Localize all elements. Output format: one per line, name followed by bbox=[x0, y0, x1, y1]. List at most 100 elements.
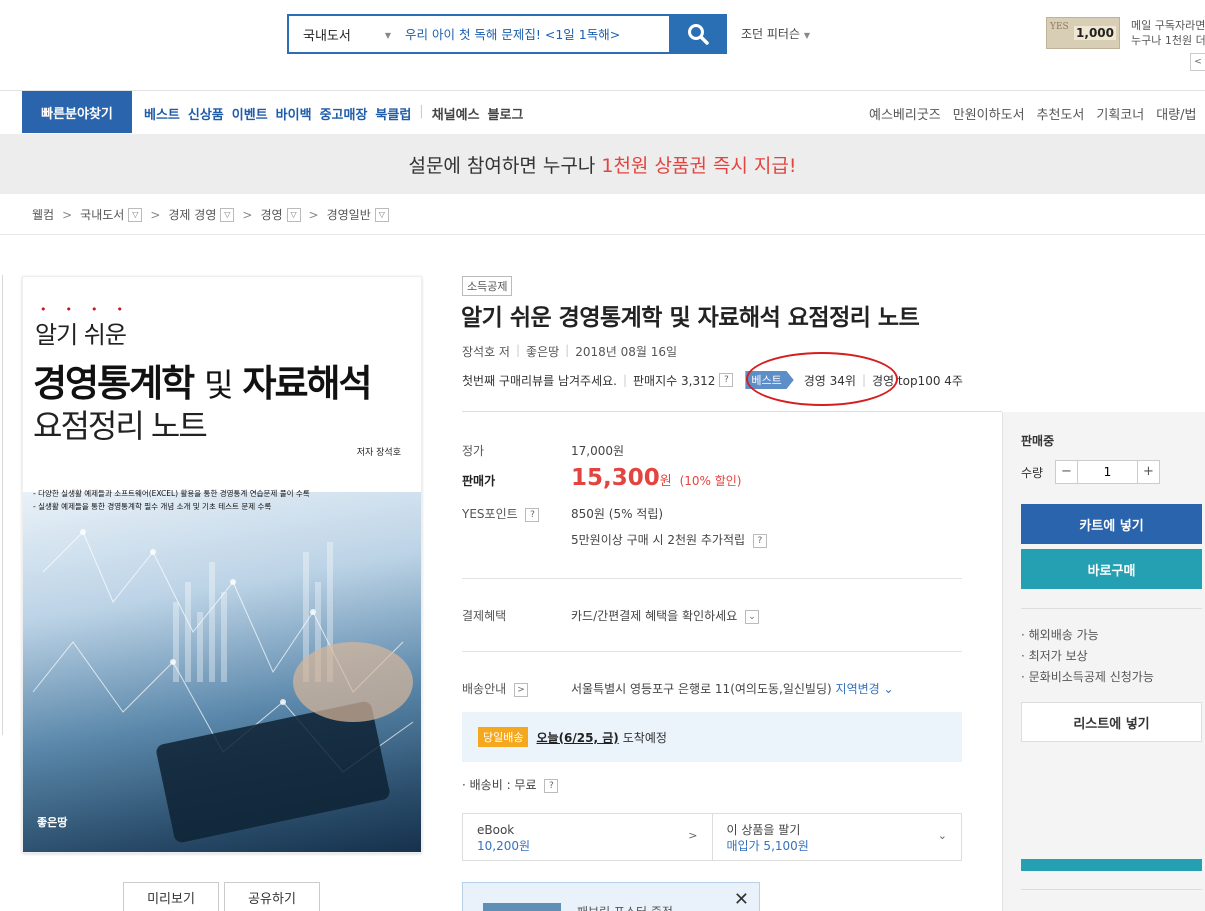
secondary-nav: 예스베리굿즈 만원이하도서 추천도서 기획코너 대량/법 bbox=[869, 104, 1205, 123]
panel-divider bbox=[1021, 608, 1202, 609]
promo-gift-card[interactable]: YES 1,000 bbox=[1046, 17, 1120, 49]
breadcrumb-dropdown-icon[interactable]: ▽ bbox=[128, 207, 143, 222]
nav-special-corner[interactable]: 기획코너 bbox=[1096, 104, 1144, 123]
sale-status: 판매중 bbox=[1021, 434, 1055, 448]
cover-author: 저자 장석호 bbox=[356, 448, 401, 458]
section-divider bbox=[462, 651, 962, 652]
nav-best[interactable]: 베스트 bbox=[144, 104, 180, 123]
category-select-value: 국내도서 bbox=[303, 28, 351, 44]
panel-accent-bar bbox=[1021, 859, 1202, 871]
breadcrumb-dropdown-icon[interactable]: ▽ bbox=[374, 207, 389, 222]
quantity-plus-button[interactable]: + bbox=[1138, 461, 1159, 483]
promo-ad[interactable]: 패브릭 포스터 증정 ✕ bbox=[462, 882, 760, 911]
cover-artwork bbox=[23, 492, 421, 852]
same-day-delivery: 당일배송 오늘(6/25, 금) 도착예정 bbox=[462, 712, 962, 762]
product-author[interactable]: 장석호 저 bbox=[462, 343, 510, 360]
nav-under-10000[interactable]: 만원이하도서 bbox=[953, 104, 1025, 123]
region-change-label: 지역변경 bbox=[835, 682, 880, 696]
nav-buyback[interactable]: 바이백 bbox=[276, 104, 312, 123]
ebook-price: 10,200원 bbox=[477, 839, 531, 853]
help-icon[interactable]: ? bbox=[719, 373, 734, 387]
promo-text[interactable]: 메일 구독자라면 누구나 1천원 더 bbox=[1131, 18, 1205, 48]
user-menu[interactable]: 조던 피터슨 ▼ bbox=[741, 25, 810, 42]
banner-text: 설문에 참여하면 누구나 bbox=[408, 154, 596, 177]
search-button[interactable] bbox=[669, 14, 727, 54]
chevron-right-icon[interactable]: > bbox=[514, 682, 528, 697]
chevron-down-icon[interactable]: ⌄ bbox=[745, 609, 760, 624]
region-change-link[interactable]: 지역변경 ⌄ bbox=[836, 682, 894, 696]
nav-bookclub[interactable]: 북클럽 bbox=[375, 104, 411, 123]
buy-now-button[interactable]: 바로구매 bbox=[1021, 549, 1202, 589]
cover-title: 경영통계학 및 자료해석 bbox=[33, 353, 373, 407]
quick-category-button[interactable]: 빠른분야찾기 bbox=[22, 91, 132, 133]
breadcrumb-general[interactable]: 경영일반 bbox=[327, 206, 371, 223]
benefit-item: · 문화비소득공제 신청가능 bbox=[1021, 670, 1154, 684]
same-day-date[interactable]: 오늘(6/25, 금) bbox=[536, 729, 618, 746]
ebook-label: eBook bbox=[477, 823, 515, 837]
breadcrumb-divider bbox=[0, 234, 1205, 235]
preview-button[interactable]: 미리보기 bbox=[123, 882, 219, 911]
caret-down-icon: ▼ bbox=[803, 31, 810, 40]
quantity-minus-button[interactable]: − bbox=[1056, 461, 1077, 483]
nav-goods[interactable]: 예스베리굿즈 bbox=[869, 104, 941, 123]
add-to-list-label: 리스트에 넣기 bbox=[1073, 716, 1150, 732]
book-cover-image[interactable]: •••• 알기 쉬운 경영통계학 및 자료해석 요점정리 노트 저자 장석호 -… bbox=[22, 276, 422, 853]
payment-benefit[interactable]: 카드/간편결제 혜택을 확인하세요 ⌄ bbox=[571, 607, 760, 624]
chevron-right-icon: > bbox=[62, 207, 73, 222]
benefit-item: · 해외배송 가능 bbox=[1021, 628, 1099, 642]
promo-prev-button[interactable]: < bbox=[1190, 53, 1205, 71]
breadcrumb-domestic[interactable]: 국내도서 bbox=[80, 206, 124, 223]
promo-card-mark: YES bbox=[1050, 22, 1069, 32]
sell-label: 이 상품을 팔기 bbox=[726, 823, 801, 837]
same-day-text: 도착예정 bbox=[622, 730, 667, 745]
product-publisher[interactable]: 좋은땅 bbox=[526, 343, 559, 360]
nav-event[interactable]: 이벤트 bbox=[232, 104, 268, 123]
quantity-label: 수량 bbox=[1021, 466, 1044, 480]
breadcrumb-home[interactable]: 웰컴 bbox=[32, 206, 54, 223]
panel-divider bbox=[1021, 889, 1202, 890]
help-icon[interactable]: ? bbox=[525, 507, 540, 522]
shipping-fee: · 배송비 : 무료 ? bbox=[462, 776, 559, 793]
cover-note-2: - 실생활 예제들을 통한 경영통계학 필수 개념 소개 및 기초 테스트 문제… bbox=[33, 502, 272, 511]
chevron-right-icon: > bbox=[688, 829, 698, 842]
breadcrumb-dropdown-icon[interactable]: ▽ bbox=[220, 207, 235, 222]
shipping-fee-text: · 배송비 : 무료 bbox=[462, 778, 537, 792]
chevron-left-icon: < bbox=[1194, 57, 1202, 67]
promo-amount: 1,000 bbox=[1074, 26, 1116, 40]
nav-recommended[interactable]: 추천도서 bbox=[1037, 104, 1085, 123]
promo-line2: 누구나 1천원 더 bbox=[1131, 34, 1205, 47]
cover-chart-illustration bbox=[32, 529, 414, 843]
search-input[interactable] bbox=[399, 16, 669, 52]
sale-price-label: 판매가 bbox=[462, 474, 496, 488]
breadcrumb-management[interactable]: 경영 bbox=[260, 206, 282, 223]
nav-used-store[interactable]: 중고매장 bbox=[320, 104, 368, 123]
cover-subtitle: 알기 쉬운 bbox=[35, 321, 127, 349]
sale-price-value: 15,300 bbox=[571, 465, 660, 491]
share-button[interactable]: 공유하기 bbox=[224, 882, 320, 911]
shipping-address-text: 서울특별시 영등포구 은행로 11(여의도동,일신빌딩) bbox=[571, 682, 832, 696]
nav-new[interactable]: 신상품 bbox=[188, 104, 224, 123]
share-label: 공유하기 bbox=[248, 891, 296, 907]
sell-option[interactable]: 이 상품을 팔기 매입가 5,100원 ⌄ bbox=[711, 814, 962, 860]
help-icon[interactable]: ? bbox=[752, 533, 767, 548]
category-select[interactable]: 국내도서 ▼ bbox=[289, 16, 399, 52]
nav-channel-yes[interactable]: 채널예스 bbox=[432, 104, 480, 123]
close-icon[interactable]: ✕ bbox=[734, 889, 749, 910]
review-prompt[interactable]: 첫번째 구매리뷰를 남겨주세요. bbox=[462, 372, 617, 389]
nav-blog[interactable]: 블로그 bbox=[488, 104, 524, 123]
nav-bulk[interactable]: 대량/법 bbox=[1156, 104, 1196, 123]
discount-rate: (10% 할인) bbox=[679, 474, 742, 488]
add-to-cart-button[interactable]: 카트에 넣기 bbox=[1021, 504, 1202, 544]
shipping-label: 배송안내 > bbox=[462, 680, 528, 697]
list-price-label: 정가 bbox=[462, 444, 485, 458]
product-date: 2018년 08월 16일 bbox=[575, 345, 678, 359]
help-icon[interactable]: ? bbox=[544, 778, 559, 793]
breadcrumb-economy[interactable]: 경제 경영 bbox=[168, 206, 216, 223]
ebook-option[interactable]: eBook 10,200원 > bbox=[463, 814, 712, 860]
quantity-input[interactable] bbox=[1077, 461, 1138, 483]
breadcrumb-dropdown-icon[interactable]: ▽ bbox=[286, 207, 301, 222]
add-to-list-button[interactable]: 리스트에 넣기 bbox=[1021, 702, 1202, 742]
sale-price: 15,300원 (10% 할인) bbox=[571, 465, 742, 491]
yes-point-extra-text: 5만원이상 구매 시 2천원 추가적립 bbox=[571, 533, 746, 547]
survey-banner[interactable]: 설문에 참여하면 누구나 1천원 상품권 즉시 지급! bbox=[0, 134, 1205, 194]
